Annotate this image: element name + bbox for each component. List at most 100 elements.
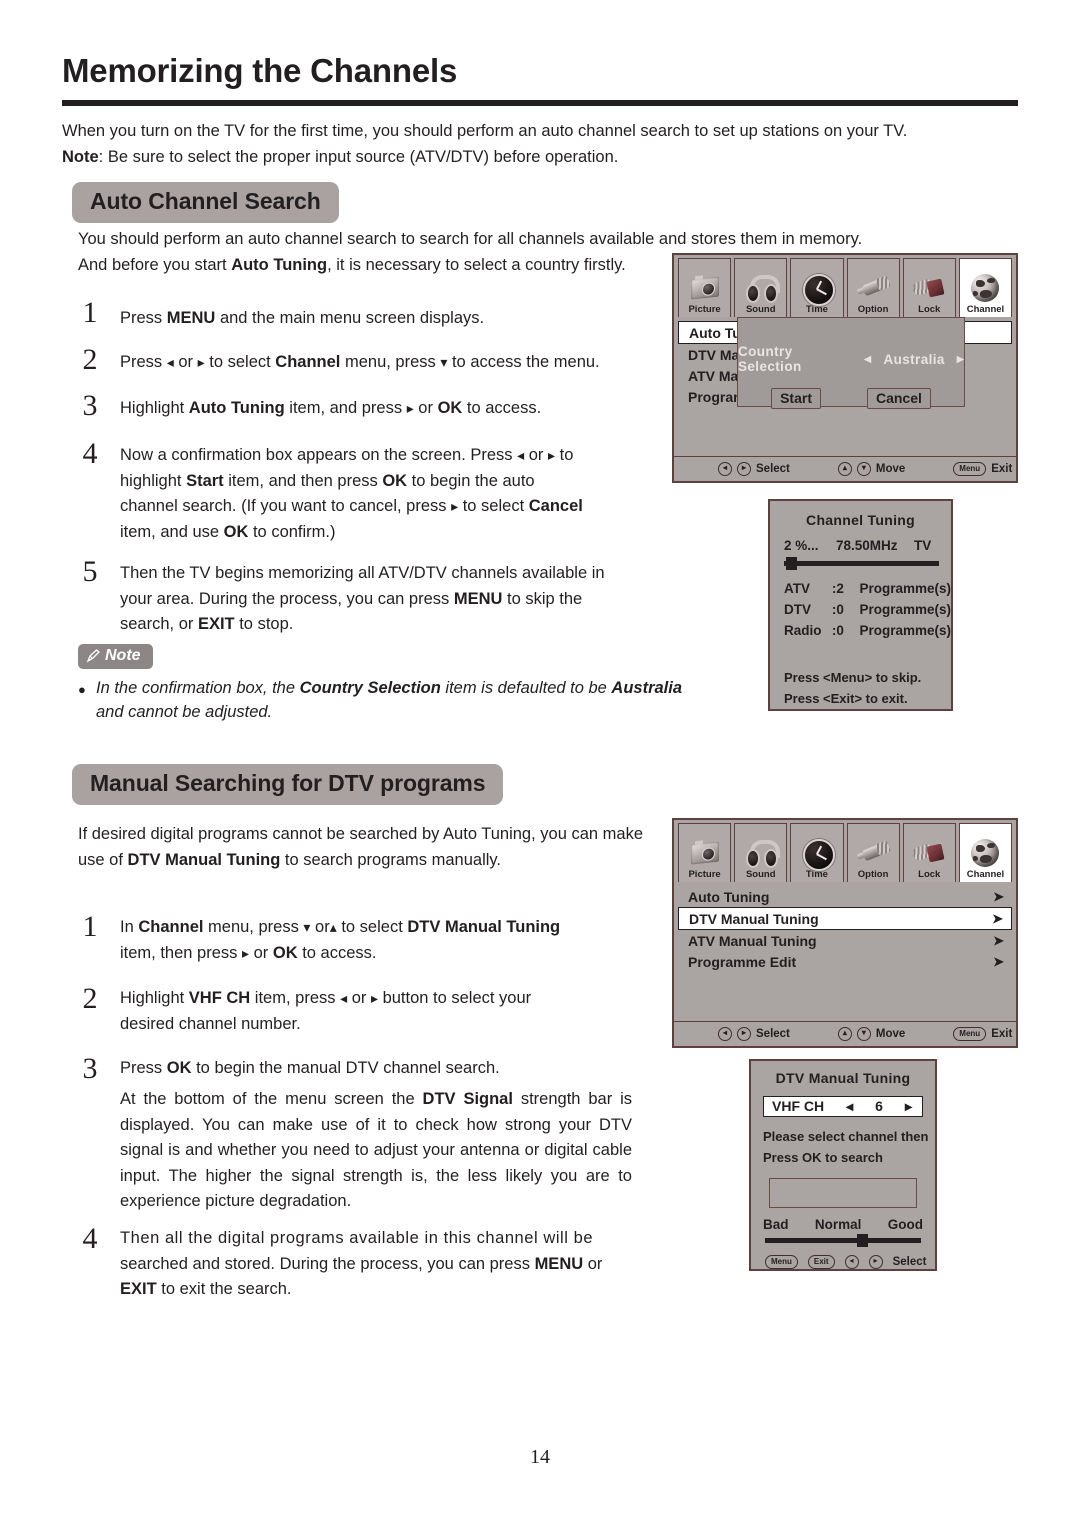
tv-menu-hintbar-2: ◂ ▸ Select ▴ ▾ Move Menu Exit — [674, 1021, 1016, 1046]
globe-icon — [967, 271, 1003, 305]
channel-tuning-title: Channel Tuning — [806, 512, 915, 528]
tab-option-label: Option — [857, 869, 889, 880]
padlock-icon — [911, 836, 947, 870]
section-heading-auto-channel-search: Auto Channel Search — [72, 182, 339, 223]
note-badge: Note — [78, 644, 153, 669]
scale-bad-label: Bad — [763, 1217, 789, 1232]
hint-select: ◂ ▸ Select — [718, 1027, 790, 1041]
a3-t3: or — [413, 399, 438, 417]
step-body-m3-line: Press OK to begin the manual DTV channel… — [120, 1056, 660, 1082]
left-arrow-icon[interactable]: ◂ — [846, 1098, 853, 1115]
right-key-icon: ▸ — [737, 1027, 751, 1041]
a4-line3: channel search. (If you want to cancel, … — [120, 497, 583, 515]
tuning-progress-bar — [784, 557, 939, 570]
a1-b1: MENU — [166, 309, 216, 327]
auto-lead-line-2: And before you start Auto Tuning, it is … — [78, 252, 626, 278]
vhf-ch-field[interactable]: VHF CH ◂ 6 ▸ — [763, 1096, 923, 1117]
right-arrow-icon[interactable]: ▸ — [905, 1098, 912, 1115]
step-body-a3: Highlight Auto Tuning item, and press ▸ … — [120, 396, 680, 422]
dtv-unit: Programme(s) — [859, 602, 951, 617]
step-number-m4: 4 — [82, 1222, 98, 1255]
tv-menu-tabbar-2: Picture Sound Time Option Lock Channel — [674, 820, 1016, 882]
tab-time[interactable]: Time — [790, 258, 844, 317]
padlock-icon — [911, 271, 947, 305]
menu-item-atv-manual-label: ATV Manual Tuning — [688, 932, 817, 949]
tab-sound[interactable]: Sound — [734, 258, 788, 317]
tab-lock[interactable]: Lock — [902, 823, 956, 882]
atv-count: :2 — [831, 581, 844, 596]
section-heading-manual-search: Manual Searching for DTV programs — [72, 764, 504, 805]
tab-lock[interactable]: Lock — [902, 258, 956, 317]
intro-line-1: When you turn on the TV for the first ti… — [62, 122, 908, 140]
menu-item-dtv-manual-tuning[interactable]: DTV Manual Tuning ➤ — [678, 907, 1012, 930]
a2-t2: or — [173, 353, 198, 371]
hint-move: ▴ ▾ Move — [837, 1027, 905, 1041]
menu-key-icon: Menu — [765, 1255, 798, 1269]
tab-picture[interactable]: Picture — [678, 258, 732, 317]
country-selection-row[interactable]: Country Selection ◂ Australia ▸ — [738, 344, 964, 374]
tab-lock-label: Lock — [918, 869, 941, 880]
vhf-ch-value: 6 — [875, 1098, 883, 1114]
step-number-m1: 1 — [82, 910, 98, 943]
auto-lead2-bold: Auto Tuning — [231, 256, 328, 274]
scale-good-label: Good — [887, 1217, 923, 1232]
tab-channel[interactable]: Channel — [958, 258, 1013, 317]
manual-lead-line2: use of DTV Manual Tuning to search progr… — [78, 850, 502, 869]
menu-item-atv-manual-tuning[interactable]: ATV Manual Tuning ➤ — [678, 930, 1012, 951]
hint-exit-label: Exit — [991, 1028, 1013, 1040]
up-key-icon: ▴ — [837, 1027, 852, 1041]
tab-sound-label: Sound — [745, 869, 776, 880]
intro-note-label: Note — [62, 148, 99, 166]
right-key-icon: ▸ — [737, 462, 751, 476]
a5-line1: Then the TV begins memorizing all ATV/DT… — [120, 564, 605, 582]
radio-count: :0 — [831, 623, 844, 638]
left-arrow-icon[interactable]: ◂ — [864, 351, 871, 367]
right-arrow-icon: ▸ — [241, 944, 250, 961]
tuning-percent: 2 %... — [784, 538, 819, 553]
step-number-a1: 1 — [82, 296, 98, 329]
cancel-button[interactable]: Cancel — [866, 388, 931, 409]
signal-strength-knob — [856, 1234, 868, 1247]
right-arrow-icon[interactable]: ▸ — [957, 351, 964, 367]
right-arrow-icon: ▸ — [197, 354, 205, 370]
down-key-icon: ▾ — [856, 1027, 871, 1041]
auto-lead2-c: , it is necessary to select a country fi… — [327, 256, 626, 274]
chevron-right-icon: ➤ — [993, 932, 1004, 948]
up-key-icon: ▴ — [837, 462, 852, 476]
tab-time[interactable]: Time — [790, 823, 844, 882]
tab-picture[interactable]: Picture — [678, 823, 732, 882]
camera-icon — [687, 836, 723, 870]
tab-channel-label: Channel — [966, 869, 1005, 880]
note-body: In the confirmation box, the Country Sel… — [96, 679, 683, 721]
tab-sound[interactable]: Sound — [734, 823, 788, 882]
country-selection-label: Country Selection — [738, 344, 802, 374]
hint-exit: Menu Exit — [953, 1027, 1012, 1041]
a1-t2: and the main menu screen displays. — [215, 309, 485, 327]
signal-strength-bar — [765, 1234, 921, 1247]
a4-line4: item, and use OK to confirm.) — [120, 522, 336, 541]
intro-note-rest: : Be sure to select the proper input sou… — [98, 148, 619, 166]
channel-tuning-dialog: Channel Tuning 2 %... 78.50MHz TV ATV :2… — [768, 499, 953, 711]
step-body-m3-paragraph: At the bottom of the menu screen the DTV… — [120, 1090, 633, 1210]
step-number-m2: 2 — [82, 982, 98, 1015]
m4-line3: EXIT to exit the search. — [120, 1280, 292, 1298]
a5-line2: your area. During the process, you can p… — [120, 589, 583, 608]
start-button[interactable]: Start — [771, 388, 821, 409]
pencil-icon — [86, 649, 100, 663]
tab-channel[interactable]: Channel — [958, 823, 1013, 882]
left-key-icon: ◂ — [718, 1027, 732, 1041]
m1-line1: In Channel menu, press ▾ or▴ to select D… — [120, 918, 561, 936]
m4-line1: Then all the digital programs available … — [120, 1229, 594, 1247]
channel-menu-list: Auto Tuning ➤ DTV Manual Tuning ➤ ATV Ma… — [674, 882, 1016, 972]
globe-icon — [967, 836, 1003, 870]
vhf-ch-label: VHF CH — [772, 1098, 825, 1114]
tab-option[interactable]: Option — [846, 823, 900, 882]
menu-item-auto-tuning[interactable]: Auto Tuning ➤ — [678, 886, 1012, 907]
tab-option[interactable]: Option — [846, 258, 900, 317]
step-body-a4: Now a confirmation box appears on the sc… — [120, 443, 638, 545]
left-key-icon: ◂ — [718, 462, 732, 476]
instruction-line-2: Press OK to search — [763, 1150, 883, 1165]
menu-item-programme-edit[interactable]: Programme Edit ➤ — [678, 951, 1012, 972]
a4-line2: highlight Start item, and then press OK … — [120, 471, 535, 490]
country-dialog-buttons: Start Cancel — [738, 388, 964, 409]
